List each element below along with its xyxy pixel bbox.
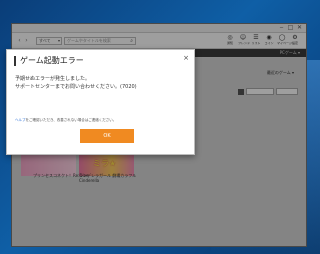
dialog-title: ゲーム起動エラー <box>14 56 84 66</box>
help-link[interactable]: ヘルプ <box>15 118 26 122</box>
help-note: ヘルプをご確認いただき、改善されない場合はご連絡ください。 <box>15 118 117 122</box>
close-icon[interactable]: × <box>183 54 189 62</box>
error-message: 予期せぬエラーが発生しました。 サポートセンターまでお問い合わせください。(70… <box>15 76 137 90</box>
ok-button[interactable]: OK <box>80 129 134 143</box>
error-dialog: ゲーム起動エラー × 予期せぬエラーが発生しました。 サポートセンターまでお問い… <box>6 49 195 155</box>
